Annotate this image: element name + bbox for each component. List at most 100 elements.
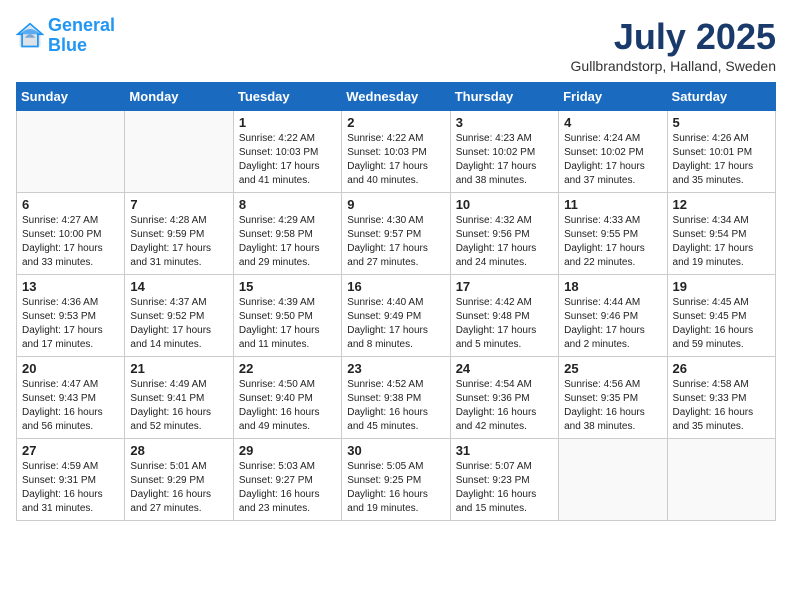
day-info: Sunrise: 4:39 AMSunset: 9:50 PMDaylight:… [239,296,336,352]
col-tuesday: Tuesday [233,83,341,111]
day-info: Sunrise: 4:34 AMSunset: 9:54 PMDaylight:… [673,214,770,270]
day-info: Sunrise: 4:50 AMSunset: 9:40 PMDaylight:… [239,378,336,434]
day-info: Sunrise: 4:33 AMSunset: 9:55 PMDaylight:… [564,214,661,270]
calendar-cell: 31Sunrise: 5:07 AMSunset: 9:23 PMDayligh… [450,439,558,521]
day-info: Sunrise: 5:05 AMSunset: 9:25 PMDaylight:… [347,460,444,516]
day-number: 2 [347,115,444,130]
day-number: 22 [239,361,336,376]
day-info: Sunrise: 4:36 AMSunset: 9:53 PMDaylight:… [22,296,119,352]
page-header: General Blue July 2025 Gullbrandstorp, H… [16,16,776,74]
day-number: 1 [239,115,336,130]
calendar-cell: 30 Sunrise: 5:05 AMSunset: 9:25 PMDayligh… [342,439,450,521]
day-info: Sunrise: 4:45 AMSunset: 9:45 PMDaylight:… [673,296,770,352]
week-row-4: 20 Sunrise: 4:47 AMSunset: 9:43 PMDayligh… [17,357,776,439]
calendar-cell: 13 Sunrise: 4:36 AMSunset: 9:53 PMDayligh… [17,275,125,357]
logo: General Blue [16,16,115,56]
calendar-cell: 9Sunrise: 4:30 AMSunset: 9:57 PMDaylight… [342,193,450,275]
calendar-cell: 5 Sunrise: 4:26 AMSunset: 10:01 PMDayligh… [667,111,775,193]
day-number: 23 [347,361,444,376]
day-info: Sunrise: 4:52 AMSunset: 9:38 PMDaylight:… [347,378,444,434]
day-number: 21 [130,361,227,376]
day-number: 26 [673,361,770,376]
day-number: 4 [564,115,661,130]
day-info: Sunrise: 4:24 AMSunset: 10:02 PMDaylight… [564,132,661,188]
calendar-cell: 7 Sunrise: 4:28 AMSunset: 9:59 PMDaylight… [125,193,233,275]
day-number: 27 [22,443,119,458]
col-monday: Monday [125,83,233,111]
col-thursday: Thursday [450,83,558,111]
calendar-cell [559,439,667,521]
day-info: Sunrise: 4:23 AMSunset: 10:02 PMDaylight… [456,132,553,188]
calendar-cell: 25 Sunrise: 4:56 AMSunset: 9:35 PMDayligh… [559,357,667,439]
day-info: Sunrise: 5:01 AMSunset: 9:29 PMDaylight:… [130,460,227,516]
calendar-cell [667,439,775,521]
location-title: Gullbrandstorp, Halland, Sweden [571,58,776,74]
day-number: 30 [347,443,444,458]
day-info: Sunrise: 5:03 AMSunset: 9:27 PMDaylight:… [239,460,336,516]
day-info: Sunrise: 4:29 AMSunset: 9:58 PMDaylight:… [239,214,336,270]
day-info: Sunrise: 4:59 AMSunset: 9:31 PMDaylight:… [22,460,119,516]
day-info: Sunrise: 4:56 AMSunset: 9:35 PMDaylight:… [564,378,661,434]
day-number: 10 [456,197,553,212]
calendar-cell: 6 Sunrise: 4:27 AMSunset: 10:00 PMDayligh… [17,193,125,275]
day-info: Sunrise: 4:58 AMSunset: 9:33 PMDaylight:… [673,378,770,434]
day-number: 13 [22,279,119,294]
calendar-cell: 23 Sunrise: 4:52 AMSunset: 9:38 PMDayligh… [342,357,450,439]
day-number: 17 [456,279,553,294]
calendar-cell: 15 Sunrise: 4:39 AMSunset: 9:50 PMDayligh… [233,275,341,357]
logo-text-line1: General [48,16,115,36]
day-info: Sunrise: 4:27 AMSunset: 10:00 PMDaylight… [22,214,119,270]
col-friday: Friday [559,83,667,111]
week-row-5: 27 Sunrise: 4:59 AMSunset: 9:31 PMDayligh… [17,439,776,521]
calendar-cell: 21Sunrise: 4:49 AMSunset: 9:41 PMDayligh… [125,357,233,439]
day-number: 25 [564,361,661,376]
day-number: 19 [673,279,770,294]
day-info: Sunrise: 4:28 AMSunset: 9:59 PMDaylight:… [130,214,227,270]
calendar-cell: 1 Sunrise: 4:22 AMSunset: 10:03 PMDayligh… [233,111,341,193]
title-block: July 2025 Gullbrandstorp, Halland, Swede… [571,16,776,74]
day-number: 9 [347,197,444,212]
calendar-cell: 14Sunrise: 4:37 AMSunset: 9:52 PMDayligh… [125,275,233,357]
calendar-cell: 2 Sunrise: 4:22 AMSunset: 10:03 PMDayligh… [342,111,450,193]
calendar-cell: 18 Sunrise: 4:44 AMSunset: 9:46 PMDayligh… [559,275,667,357]
calendar-cell: 3 Sunrise: 4:23 AMSunset: 10:02 PMDayligh… [450,111,558,193]
calendar-cell: 24 Sunrise: 4:54 AMSunset: 9:36 PMDayligh… [450,357,558,439]
day-info: Sunrise: 4:32 AMSunset: 9:56 PMDaylight:… [456,214,553,270]
day-number: 20 [22,361,119,376]
day-info: Sunrise: 4:54 AMSunset: 9:36 PMDaylight:… [456,378,553,434]
day-number: 5 [673,115,770,130]
day-info: Sunrise: 4:44 AMSunset: 9:46 PMDaylight:… [564,296,661,352]
day-info: Sunrise: 4:22 AMSunset: 10:03 PMDaylight… [239,132,336,188]
day-number: 8 [239,197,336,212]
week-row-1: 1 Sunrise: 4:22 AMSunset: 10:03 PMDayligh… [17,111,776,193]
day-number: 11 [564,197,661,212]
day-info: Sunrise: 4:47 AMSunset: 9:43 PMDaylight:… [22,378,119,434]
day-number: 6 [22,197,119,212]
calendar-cell: 17 Sunrise: 4:42 AMSunset: 9:48 PMDayligh… [450,275,558,357]
calendar-cell [125,111,233,193]
month-title: July 2025 [571,16,776,58]
calendar-table: Sunday Monday Tuesday Wednesday Thursday… [16,82,776,521]
calendar-header-row: Sunday Monday Tuesday Wednesday Thursday… [17,83,776,111]
calendar-cell: 26 Sunrise: 4:58 AMSunset: 9:33 PMDayligh… [667,357,775,439]
day-info: Sunrise: 4:26 AMSunset: 10:01 PMDaylight… [673,132,770,188]
day-info: Sunrise: 4:42 AMSunset: 9:48 PMDaylight:… [456,296,553,352]
calendar-cell: 16Sunrise: 4:40 AMSunset: 9:49 PMDayligh… [342,275,450,357]
day-number: 24 [456,361,553,376]
day-number: 3 [456,115,553,130]
day-number: 7 [130,197,227,212]
logo-icon [16,22,44,50]
calendar-cell: 29 Sunrise: 5:03 AMSunset: 9:27 PMDayligh… [233,439,341,521]
day-number: 12 [673,197,770,212]
day-number: 31 [456,443,553,458]
week-row-2: 6 Sunrise: 4:27 AMSunset: 10:00 PMDayligh… [17,193,776,275]
calendar-cell: 19 Sunrise: 4:45 AMSunset: 9:45 PMDayligh… [667,275,775,357]
day-number: 15 [239,279,336,294]
calendar-cell: 10 Sunrise: 4:32 AMSunset: 9:56 PMDayligh… [450,193,558,275]
day-number: 16 [347,279,444,294]
day-info: Sunrise: 4:22 AMSunset: 10:03 PMDaylight… [347,132,444,188]
calendar-cell [17,111,125,193]
day-number: 29 [239,443,336,458]
day-number: 18 [564,279,661,294]
calendar-cell: 27 Sunrise: 4:59 AMSunset: 9:31 PMDayligh… [17,439,125,521]
